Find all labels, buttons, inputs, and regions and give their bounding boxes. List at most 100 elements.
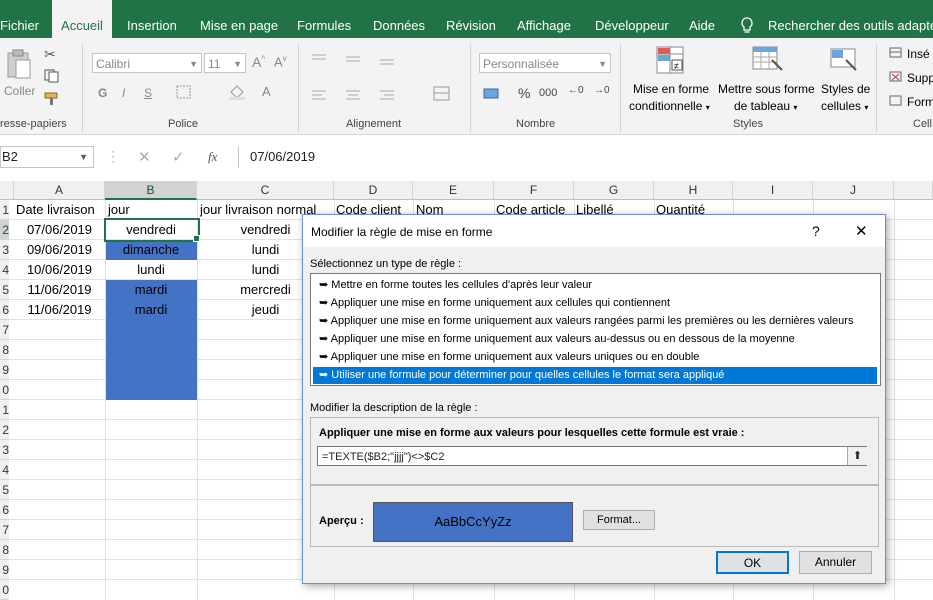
format-cells-icon[interactable] (889, 95, 903, 110)
align-top-icon[interactable] (310, 52, 410, 69)
tab-developpeur[interactable]: Développeur (595, 0, 669, 38)
column-header-k[interactable] (894, 181, 933, 200)
select-all-corner[interactable] (0, 181, 14, 200)
percent-button[interactable]: % (518, 85, 530, 101)
close-icon[interactable]: ✕ (855, 222, 868, 240)
font-name-box[interactable]: Calibri ▼ (92, 53, 202, 73)
tab-revision[interactable]: Révision (446, 0, 496, 38)
column-header-c[interactable]: C (197, 181, 334, 200)
ok-button[interactable]: OK (716, 551, 789, 574)
fill-handle[interactable] (193, 235, 200, 242)
formula-field[interactable]: =TEXTE($B2;"jjjj")<>$C2 (317, 446, 867, 466)
thousands-button[interactable]: 000 (539, 87, 557, 99)
insert-cells-label[interactable]: Insé (907, 47, 930, 61)
conditional-formatting-icon[interactable]: ≠ (656, 46, 686, 79)
row-header[interactable]: 6 (0, 300, 9, 320)
date-cell[interactable]: 10/06/2019 (14, 260, 105, 280)
tab-aide[interactable]: Aide (689, 0, 715, 38)
date-cell[interactable]: 11/06/2019 (14, 280, 105, 300)
column-header-b[interactable]: B (105, 181, 197, 200)
row-header[interactable]: 4 (0, 260, 9, 280)
row-header[interactable]: 2 (0, 420, 9, 440)
row-header[interactable]: 8 (0, 340, 9, 360)
insert-function-icon[interactable]: fx (208, 149, 217, 165)
jour-cell[interactable]: dimanche (105, 240, 197, 260)
row-header[interactable]: 8 (0, 540, 9, 560)
merge-icon[interactable] (433, 86, 451, 105)
jour-cell[interactable]: mardi (105, 280, 197, 300)
row-header[interactable]: 4 (0, 460, 9, 480)
tab-formules[interactable]: Formules (297, 0, 351, 38)
formula-input[interactable]: 07/06/2019 (238, 146, 933, 168)
fill-color-icon[interactable] (228, 84, 246, 103)
rule-type-list[interactable]: ➥ Mettre en forme toutes les cellules d'… (310, 273, 881, 386)
rule-type-item[interactable]: ➥ Mettre en forme toutes les cellules d'… (313, 277, 877, 294)
paste-label[interactable]: Coller (4, 84, 35, 98)
header-cell-date[interactable]: Date livraison (16, 200, 95, 220)
row-header[interactable]: 7 (0, 520, 9, 540)
column-header-d[interactable]: D (334, 181, 413, 200)
insert-cells-icon[interactable] (889, 47, 903, 62)
currency-icon[interactable] (483, 86, 503, 103)
italic-button[interactable]: I (122, 86, 125, 100)
conditional-formatting-label-1[interactable]: Mise en forme (633, 82, 709, 96)
cancel-entry-icon[interactable]: ✕ (138, 148, 151, 166)
font-color-icon[interactable]: A (262, 84, 271, 99)
row-header[interactable]: 3 (0, 240, 9, 260)
jour-cell[interactable]: mardi (105, 300, 197, 320)
tab-donnees[interactable]: Données (373, 0, 425, 38)
date-cell[interactable]: 07/06/2019 (14, 220, 105, 240)
header-cell-jour-normal[interactable]: jour livraison normal (200, 200, 316, 220)
row-header[interactable]: 9 (0, 360, 9, 380)
header-cell-jour[interactable]: jour (108, 200, 130, 220)
rule-type-item[interactable]: ➥ Appliquer une mise en forme uniquement… (313, 331, 877, 348)
column-header-a[interactable]: A (14, 181, 105, 200)
tab-fichier[interactable]: Fichier (0, 0, 39, 38)
grow-font-icon[interactable]: A^ (252, 54, 265, 70)
tab-affichage[interactable]: Affichage (517, 0, 571, 38)
cancel-button[interactable]: Annuler (799, 551, 872, 574)
rule-type-item-selected[interactable]: ➥ Utiliser une formule pour déterminer p… (313, 367, 877, 384)
row-header[interactable]: 2 (0, 220, 9, 240)
delete-cells-label[interactable]: Supp (907, 71, 933, 85)
collapse-range-icon[interactable]: ⬆ (847, 447, 867, 465)
format-as-table-label-2[interactable]: de tableau ▾ (734, 99, 797, 113)
rule-type-item[interactable]: ➥ Appliquer une mise en forme uniquement… (313, 313, 877, 330)
cell-styles-label-2[interactable]: cellules ▾ (821, 99, 868, 113)
shrink-font-icon[interactable]: Av (274, 54, 287, 69)
borders-icon[interactable] (176, 85, 192, 102)
row-header[interactable]: 3 (0, 440, 9, 460)
confirm-entry-icon[interactable]: ✓ (172, 148, 185, 166)
column-header-f[interactable]: F (494, 181, 574, 200)
increase-decimal-icon[interactable]: ←0 (568, 85, 584, 96)
bold-button[interactable]: G (98, 86, 107, 100)
row-header[interactable]: 9 (0, 560, 9, 580)
rule-type-item[interactable]: ➥ Appliquer une mise en forme uniquement… (313, 349, 877, 366)
jour-cell[interactable]: lundi (105, 260, 197, 280)
cell-styles-icon[interactable] (830, 46, 860, 79)
tab-accueil[interactable]: Accueil (52, 0, 112, 38)
row-header[interactable]: 5 (0, 280, 9, 300)
row-header[interactable]: 1 (0, 400, 9, 420)
format-button[interactable]: Format... (583, 510, 655, 530)
cell-styles-label-1[interactable]: Styles de (821, 82, 870, 96)
date-cell[interactable]: 09/06/2019 (14, 240, 105, 260)
font-size-box[interactable]: 11 ▼ (204, 53, 246, 73)
row-header[interactable]: 5 (0, 480, 9, 500)
date-cell[interactable]: 11/06/2019 (14, 300, 105, 320)
row-header[interactable]: 1 (0, 200, 9, 220)
rule-type-item[interactable]: ➥ Appliquer une mise en forme uniquement… (313, 295, 877, 312)
format-cells-label[interactable]: Form (907, 95, 933, 109)
conditional-formatting-label-2[interactable]: conditionnelle ▾ (629, 99, 710, 113)
row-header[interactable]: 7 (0, 320, 9, 340)
tell-me-search[interactable]: Rechercher des outils adaptés (768, 0, 933, 38)
paste-icon[interactable] (6, 48, 32, 83)
column-header-e[interactable]: E (413, 181, 494, 200)
decrease-decimal-icon[interactable]: →0 (594, 85, 610, 96)
column-header-j[interactable]: J (813, 181, 894, 200)
row-header[interactable]: 0 (0, 580, 9, 600)
delete-cells-icon[interactable] (889, 71, 903, 86)
format-painter-icon[interactable] (44, 92, 60, 109)
column-header-g[interactable]: G (574, 181, 654, 200)
column-header-h[interactable]: H (654, 181, 733, 200)
